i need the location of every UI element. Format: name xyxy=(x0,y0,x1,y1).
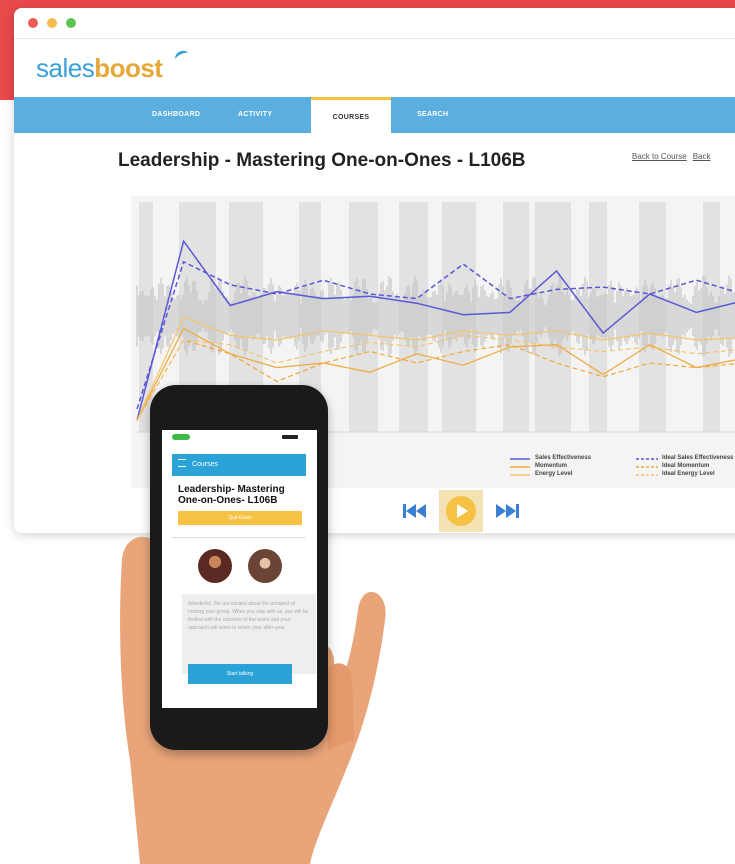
page-links: Back to Course Back xyxy=(632,152,717,161)
player-controls xyxy=(395,490,535,532)
close-window-button[interactable] xyxy=(28,18,38,28)
nav-item-activity[interactable]: ACTIVITY xyxy=(238,97,272,133)
page-title: Leadership - Mastering One-on-Ones - L10… xyxy=(118,150,526,171)
skip-forward-icon[interactable] xyxy=(496,504,519,518)
back-to-course-link[interactable]: Back to Course xyxy=(632,152,687,161)
phone-divider xyxy=(172,537,306,538)
quit-exam-button[interactable]: Quit Exam xyxy=(178,511,302,525)
legend-label-ideal-energy-level: Ideal Energy Level xyxy=(662,471,715,477)
back-link[interactable]: Back xyxy=(693,152,711,161)
phone-message-bubble: Wonderful. We are excited about the pros… xyxy=(182,594,316,674)
legend-label-momentum: Momentum xyxy=(535,463,567,469)
skip-back-icon[interactable] xyxy=(403,504,426,518)
legend-label-ideal-sales-effectiveness: Ideal Sales Effectiveness xyxy=(662,455,734,461)
phone-screen: Courses Leadership- Mastering One-on-One… xyxy=(162,430,317,708)
phone-status-bar xyxy=(162,430,317,444)
phone-course-title: Leadership- Mastering One-on-Ones- L106B xyxy=(178,484,285,506)
menu-icon[interactable] xyxy=(178,459,186,467)
minimize-window-button[interactable] xyxy=(47,18,57,28)
window-titlebar xyxy=(14,8,735,39)
player-controls-svg xyxy=(403,490,519,532)
legend-label-sales-effectiveness: Sales Effectiveness xyxy=(535,455,592,461)
nav-item-search[interactable]: SEARCH xyxy=(417,97,448,133)
phone-header: Courses xyxy=(172,454,306,476)
brand-bar: salesboost xyxy=(14,39,735,97)
play-button[interactable] xyxy=(439,490,483,532)
brand-name-light: sales xyxy=(36,53,95,83)
avatar xyxy=(198,549,232,583)
nav-item-courses[interactable]: COURSES xyxy=(311,97,391,133)
maximize-window-button[interactable] xyxy=(66,18,76,28)
brand-name-bold: boost xyxy=(94,53,163,83)
signal-icon xyxy=(282,435,298,439)
phone-header-label: Courses xyxy=(191,461,219,468)
main-nav: DASHBOARD ACTIVITY COURSES SEARCH xyxy=(14,97,735,133)
legend-label-ideal-momentum: Ideal Momentum xyxy=(662,463,710,469)
nav-item-dashboard[interactable]: DASHBOARD xyxy=(152,97,200,133)
logo-swoosh-icon xyxy=(173,48,191,65)
brand-logo[interactable]: salesboost xyxy=(36,53,163,84)
avatar xyxy=(248,549,282,583)
battery-indicator-icon xyxy=(172,434,190,440)
hand-finger-2 xyxy=(325,663,354,750)
legend-label-energy-level: Energy Level xyxy=(535,471,573,477)
start-talking-button[interactable]: Start talking xyxy=(188,664,292,684)
